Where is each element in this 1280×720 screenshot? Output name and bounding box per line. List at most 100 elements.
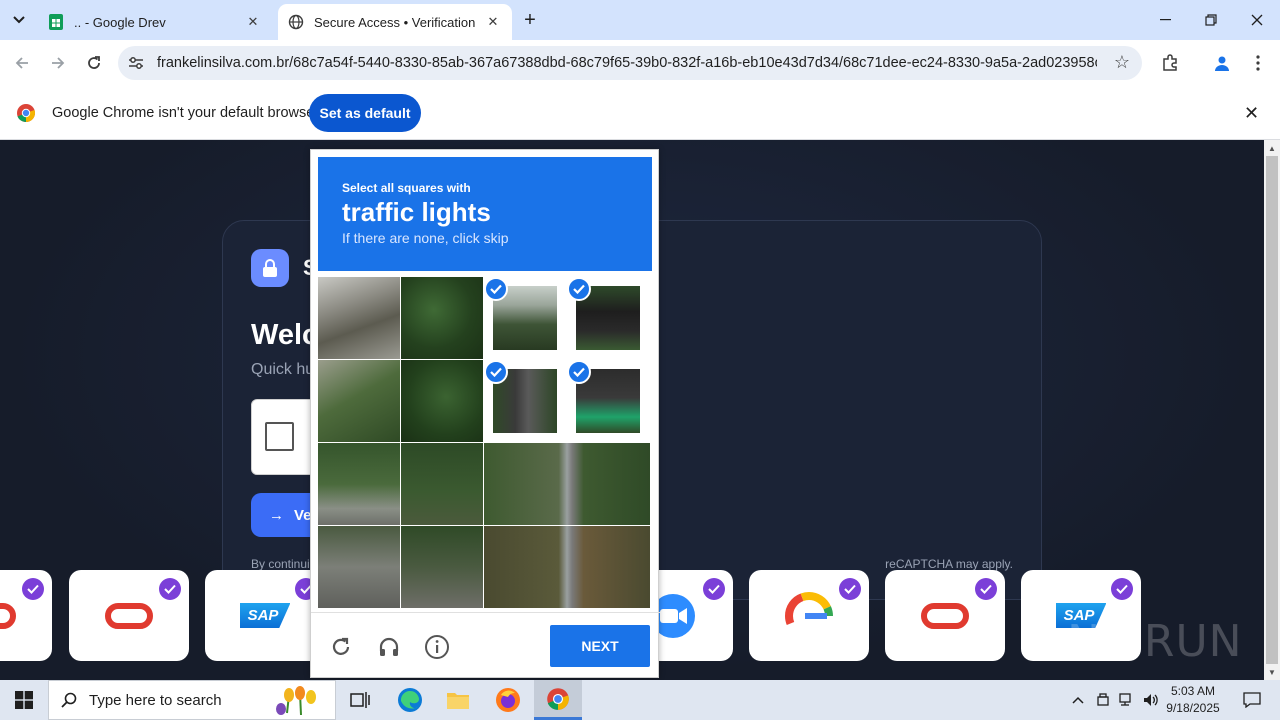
restore-button[interactable]	[1188, 0, 1234, 40]
task-view-icon	[350, 692, 370, 708]
welcome-subtitle: Quick hu	[251, 361, 315, 378]
tray-device[interactable]	[1092, 680, 1114, 720]
extensions-button[interactable]	[1156, 49, 1184, 77]
network-icon	[1119, 693, 1131, 706]
kebab-menu-icon	[1256, 55, 1260, 71]
tab-google-drev[interactable]: .. - Google Drev ✕	[38, 4, 272, 40]
image-tile-selected[interactable]	[484, 277, 566, 359]
image-tile-selected[interactable]	[567, 360, 649, 442]
welcome-heading: Welc	[251, 319, 319, 351]
tab-secure-access[interactable]: Secure Access • Verification ✕	[278, 4, 512, 40]
checkmark-icon	[484, 360, 508, 384]
oracle-logo	[921, 602, 969, 629]
check-badge-icon	[1111, 578, 1133, 600]
taskbar-clock[interactable]: 5:03 AM 9/18/2025	[1160, 683, 1226, 717]
challenge-footer: NEXT	[311, 612, 660, 679]
volume-icon	[1144, 694, 1158, 706]
image-tile-selected[interactable]	[484, 360, 566, 442]
close-window-button[interactable]	[1234, 0, 1280, 40]
image-grid	[318, 277, 652, 609]
taskbar-firefox[interactable]	[484, 680, 532, 720]
google-logo-tile	[749, 570, 869, 661]
checkmark-icon	[484, 277, 508, 301]
start-button[interactable]	[0, 680, 48, 720]
taskbar-chrome[interactable]	[534, 680, 582, 720]
restore-icon	[1205, 14, 1217, 26]
site-settings-icon[interactable]	[126, 53, 146, 73]
chrome-icon	[547, 687, 569, 710]
task-view-button[interactable]	[336, 680, 384, 720]
url-text[interactable]: frankelinsilva.com.br/68c7a54f-5440-8330…	[157, 55, 1097, 71]
audio-challenge-icon[interactable]	[375, 633, 403, 661]
check-badge-icon	[22, 578, 44, 600]
tulips-decoration-icon	[276, 686, 316, 716]
reload-challenge-icon[interactable]	[327, 633, 355, 661]
globe-icon	[288, 14, 304, 30]
show-hidden-icons-button[interactable]	[1066, 680, 1090, 720]
back-button[interactable]	[8, 49, 36, 77]
arrow-left-icon	[15, 57, 28, 69]
notifications-button[interactable]	[1232, 680, 1272, 720]
reload-button[interactable]	[80, 49, 108, 77]
challenge-target: traffic lights	[342, 197, 491, 227]
image-tile[interactable]	[318, 443, 400, 525]
image-tile-selected[interactable]	[567, 277, 649, 359]
tab-search-button[interactable]	[6, 7, 32, 33]
arrow-right-icon: →	[269, 506, 284, 524]
reload-icon	[88, 56, 100, 69]
taskbar-file-explorer[interactable]	[434, 680, 482, 720]
taskbar-search-box[interactable]: Type here to search	[48, 680, 336, 720]
new-tab-button[interactable]: +	[518, 8, 542, 32]
image-tile[interactable]	[484, 443, 650, 525]
image-tile[interactable]	[484, 526, 650, 608]
search-placeholder: Type here to search	[89, 691, 222, 709]
image-tile[interactable]	[401, 443, 483, 525]
notification-icon	[1243, 692, 1261, 708]
oracle-logo	[105, 602, 153, 629]
recaptcha-challenge: Select all squares with traffic lights I…	[310, 149, 660, 679]
close-infobar-icon[interactable]: ✕	[1244, 103, 1259, 124]
close-tab-icon[interactable]: ✕	[484, 13, 502, 31]
info-icon[interactable]	[423, 633, 451, 661]
page-scrollbar[interactable]: ▲ ▼	[1264, 140, 1280, 680]
chrome-menu-button[interactable]	[1244, 49, 1272, 77]
tray-network[interactable]	[1116, 680, 1138, 720]
image-tile[interactable]	[318, 526, 400, 608]
tray-volume[interactable]	[1140, 680, 1162, 720]
profile-button[interactable]	[1208, 49, 1236, 77]
check-badge-icon	[159, 578, 181, 600]
tab-title: Secure Access • Verification	[314, 14, 476, 30]
scroll-up-icon[interactable]: ▲	[1264, 140, 1280, 156]
tab-strip: .. - Google Drev ✕ Secure Access • Verif…	[0, 0, 1280, 40]
checkmark-icon	[567, 360, 591, 384]
bookmark-star-icon[interactable]: ☆	[1114, 52, 1130, 73]
tab-title: .. - Google Drev	[74, 14, 166, 30]
puzzle-icon	[1163, 54, 1177, 71]
image-tile[interactable]	[318, 277, 400, 359]
set-as-default-button[interactable]: Set as default	[309, 94, 421, 132]
check-badge-icon	[839, 578, 861, 600]
minimize-button[interactable]	[1142, 0, 1188, 40]
clock-time: 5:03 AM	[1170, 684, 1216, 698]
windows-logo-icon	[15, 691, 33, 709]
image-tile[interactable]	[401, 360, 483, 442]
next-button[interactable]: NEXT	[550, 625, 650, 667]
image-tile[interactable]	[318, 360, 400, 442]
taskbar-edge[interactable]	[386, 680, 434, 720]
terms-text: By continui	[251, 557, 310, 571]
chrome-logo-icon	[17, 104, 36, 123]
check-badge-icon	[703, 578, 725, 600]
image-tile[interactable]	[401, 277, 483, 359]
default-browser-infobar: Google Chrome isn't your default browser…	[0, 86, 1280, 140]
recaptcha-checkbox[interactable]	[265, 422, 294, 451]
close-tab-icon[interactable]: ✕	[244, 13, 262, 31]
browser-toolbar: frankelinsilva.com.br/68c7a54f-5440-8330…	[0, 40, 1280, 86]
scroll-down-icon[interactable]: ▼	[1264, 664, 1280, 680]
usb-device-icon	[1097, 693, 1109, 706]
verify-button-label: Ve	[294, 506, 312, 524]
lock-icon	[251, 249, 289, 287]
address-bar[interactable]: frankelinsilva.com.br/68c7a54f-5440-8330…	[118, 46, 1142, 80]
forward-button[interactable]	[44, 49, 72, 77]
image-tile[interactable]	[401, 526, 483, 608]
scrollbar-thumb[interactable]	[1266, 156, 1278, 664]
